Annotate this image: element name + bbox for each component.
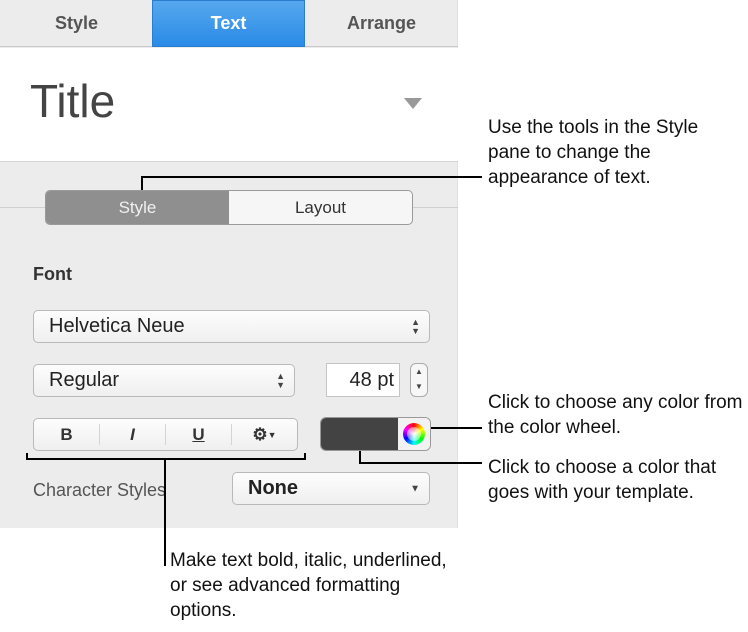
- callout-lines: [26, 176, 482, 566]
- callout-format: Make text bold, italic, underlined, or s…: [170, 550, 447, 621]
- callout-style-pane: Use the tools in the Style pane to chang…: [488, 117, 699, 188]
- callout-color-well: Click to choose a color that goes with y…: [488, 457, 717, 503]
- callout-color-wheel: Click to choose any color from the color…: [488, 392, 743, 438]
